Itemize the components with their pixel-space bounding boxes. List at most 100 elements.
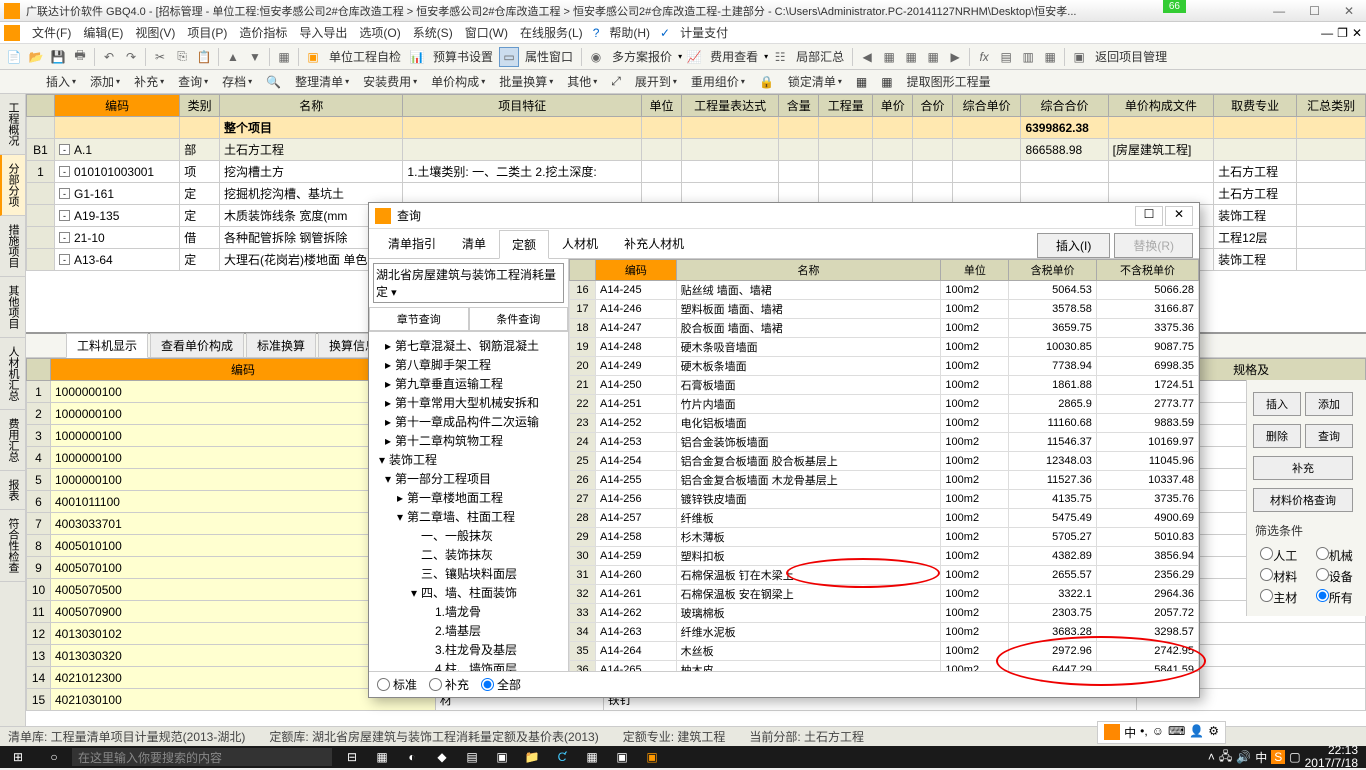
cost-button[interactable]: 费用查看 [706,48,762,65]
top-header[interactable]: 单价构成文件 [1108,95,1214,117]
table-row[interactable]: 16A14-245贴丝绒 墙面、墙裙100m25064.535066.28 [570,281,1199,300]
dialog-lib-combo[interactable]: 湖北省房屋建筑与装饰工程消耗量定 ▾ [373,263,564,303]
start-button[interactable]: ⊞ [0,750,36,764]
dialog-tab-2[interactable]: 定额 [499,230,549,259]
down-icon[interactable]: ▼ [245,47,265,67]
radio-main[interactable]: 主材 [1260,589,1297,606]
dialog-grid-header[interactable]: 单位 [941,260,1009,281]
menu-options[interactable]: 选项(O) [353,24,406,41]
undo-icon[interactable]: ↶ [99,47,119,67]
top-header[interactable]: 单价 [873,95,913,117]
task-app2-icon[interactable]: ◐ [400,750,424,764]
task-app7-icon[interactable]: Ƈ [550,750,574,764]
dialog-grid-header[interactable]: 名称 [676,260,941,281]
tree-node[interactable]: ▸第十一章成品构件二次运输 [371,412,566,431]
rp-delete[interactable]: 删除 [1253,424,1301,448]
dialog-insert-button[interactable]: 插入(I) [1037,233,1110,258]
tree-node[interactable]: ▾装饰工程 [371,450,566,469]
task-app3-icon[interactable]: ◆ [430,750,454,764]
tray-vol-icon[interactable]: 🔊 [1236,750,1251,764]
tree-node[interactable]: 4.柱、墙饰面层 [371,659,566,671]
task-app10-icon[interactable]: ▣ [640,750,664,764]
radio-labor[interactable]: 人工 [1260,547,1297,564]
mid-tab-1[interactable]: 查看单价构成 [150,333,244,358]
table-row[interactable]: 18A14-247胶合板面 墙面、墙裙100m23659.753375.36 [570,319,1199,338]
task-app4-icon[interactable]: ▤ [460,750,484,764]
radio-all2[interactable]: 全部 [481,676,521,693]
budget-icon[interactable]: 📊 [407,47,427,67]
table-row[interactable]: 31A14-260石棉保温板 钉在木梁上100m22655.572356.29 [570,566,1199,585]
tb-other[interactable]: 其他▾ [561,73,603,90]
menu-online[interactable]: 在线服务(L) [514,24,589,41]
vtab-materials[interactable]: 人材机汇总 [0,338,25,410]
task-app6-icon[interactable]: 📁 [520,750,544,764]
top-header[interactable]: 编码 [55,95,180,117]
l-icon[interactable]: ▦ [1040,47,1060,67]
table-row[interactable]: 28A14-257纤维板100m25475.494900.69 [570,509,1199,528]
vtab-sections[interactable]: 分部分项 [0,155,25,216]
rp-supp[interactable]: 补充 [1253,456,1353,480]
task-app9-icon[interactable]: ▣ [610,750,634,764]
menu-edit[interactable]: 编辑(E) [77,24,129,41]
top-header[interactable]: 取费专业 [1214,95,1297,117]
dialog-tab-3[interactable]: 人材机 [549,229,611,258]
top-header[interactable]: 单位 [642,95,682,117]
tb-expand-icon[interactable]: ⤢ [605,74,627,89]
tree-node[interactable]: 2.墙基层 [371,621,566,640]
radio-supp[interactable]: 补充 [429,676,469,693]
table-row[interactable]: 24A14-253铝合金装饰板墙面100m211546.3710169.97 [570,433,1199,452]
bottom-header[interactable] [27,359,51,381]
sel3-icon[interactable]: ▦ [923,47,943,67]
table-row[interactable]: 17A14-246塑料板面 墙面、墙裙100m23578.583166.87 [570,300,1199,319]
dialog-grid-header[interactable]: 不含税单价 [1096,260,1198,281]
tb-save[interactable]: 存档▾ [216,73,258,90]
task-app5-icon[interactable]: ▣ [490,750,514,764]
menu-measure[interactable]: 计量支付 [674,24,734,41]
tree-node[interactable]: ▸第十章常用大型机械安拆和 [371,393,566,412]
tb-add[interactable]: 添加▾ [84,73,126,90]
tb-search-icon[interactable]: 🔍 [260,75,287,89]
sel2-icon[interactable]: ▦ [901,47,921,67]
tb-install[interactable]: 安装费用▾ [357,73,423,90]
radio-all[interactable]: 所有 [1316,589,1353,606]
tray-action-icon[interactable]: ▢ [1289,750,1300,764]
table-row[interactable]: 27A14-256镀锌铁皮墙面100m24135.753735.76 [570,490,1199,509]
table-row[interactable]: 35A14-264木丝板100m22972.962742.95 [570,642,1199,661]
tree-node[interactable]: 1.墙龙骨 [371,602,566,621]
dialog-grid-header[interactable]: 编码 [596,260,677,281]
return-icon[interactable]: ▣ [1069,47,1089,67]
vtab-fees[interactable]: 费用汇总 [0,410,25,471]
table-row[interactable]: 26A14-255铝合金复合板墙面 木龙骨基层上100m211527.36103… [570,471,1199,490]
mid-tab-0[interactable]: 工料机显示 [66,333,148,358]
tree-node[interactable]: ▾四、墙、柱面装饰 [371,583,566,602]
up-icon[interactable]: ▲ [223,47,243,67]
tb-extract-icon[interactable]: ▦ [875,75,898,89]
tree-node[interactable]: ▾第二章墙、柱面工程 [371,507,566,526]
tray-net-icon[interactable]: 🖧 [1219,747,1232,768]
table-row[interactable]: 30A14-259塑料扣板100m24382.893856.94 [570,547,1199,566]
tb-compose[interactable]: 单价构成▾ [425,73,491,90]
tray-up-icon[interactable]: ˄ [1208,750,1215,764]
menu-cost[interactable]: 造价指标 [233,24,293,41]
tb-g-icon[interactable]: ▦ [850,75,873,89]
paste-icon[interactable]: 📋 [194,47,214,67]
tree-node[interactable]: ▾第一部分工程项目 [371,469,566,488]
top-header[interactable]: 类别 [180,95,220,117]
tree-node[interactable]: ▸第七章混凝土、钢筋混凝土 [371,336,566,355]
return-button[interactable]: 返回项目管理 [1091,48,1171,65]
table-row[interactable]: 1-010101003001项挖沟槽土方1.土壤类别: 一、二类土 2.挖土深度… [27,161,1366,183]
menu-import[interactable]: 导入导出 [293,24,353,41]
radio-material[interactable]: 材料 [1260,568,1297,585]
vtab-compliance[interactable]: 符合性检查 [0,510,25,582]
dialog-replace-button[interactable]: 替换(R) [1114,233,1193,258]
top-header[interactable]: 名称 [220,95,403,117]
menu-view[interactable]: 视图(V) [129,24,181,41]
tb-batch[interactable]: 批量换算▾ [493,73,559,90]
radio-machine[interactable]: 机械 [1316,547,1353,564]
taskview-icon[interactable]: ⊟ [340,750,364,764]
tb-extract[interactable]: 提取图形工程量 [901,73,997,90]
table-row[interactable]: 整个项目6399862.38 [27,117,1366,139]
j-icon[interactable]: ▤ [996,47,1016,67]
ime-popup[interactable]: 中 •, ☺ ⌨ 👤 ⚙ [1097,721,1226,744]
vtab-reports[interactable]: 报表 [0,471,25,510]
